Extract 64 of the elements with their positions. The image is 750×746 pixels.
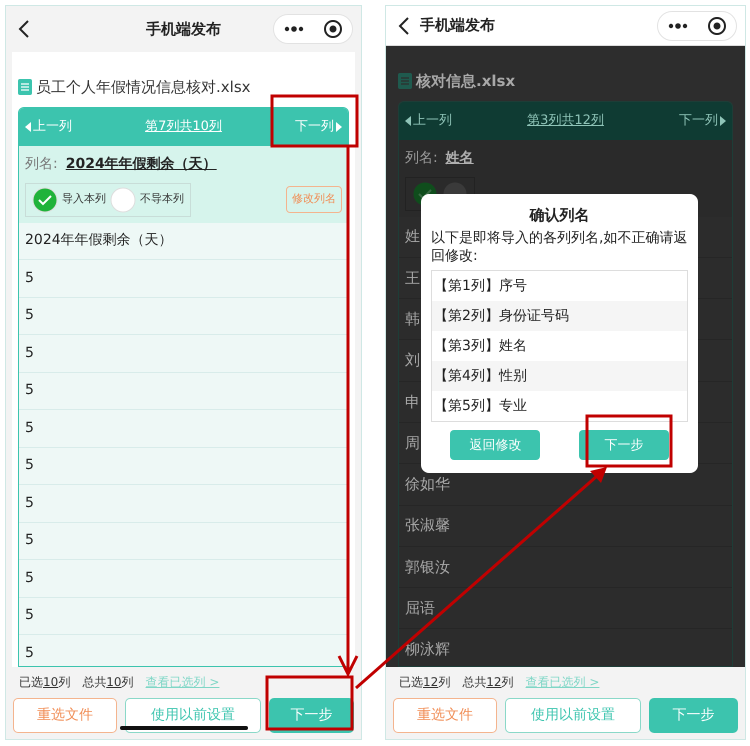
file-icon bbox=[18, 79, 32, 96]
right-triangle-icon bbox=[336, 122, 342, 132]
left-triangle-icon bbox=[25, 122, 31, 132]
target-icon bbox=[706, 16, 726, 36]
file-icon bbox=[398, 73, 412, 90]
file-name: 核对信息.xlsx bbox=[416, 71, 516, 92]
column-name-label: 列名: bbox=[405, 148, 438, 168]
more-icon bbox=[284, 26, 304, 32]
prev-column-button[interactable]: 上一列 bbox=[405, 110, 452, 130]
table-cell: 5 bbox=[19, 522, 348, 560]
column-name: 2024年年假剩余（天） bbox=[66, 154, 217, 174]
table-cell: 5 bbox=[19, 485, 348, 522]
column-name-label: 列名: bbox=[25, 154, 58, 174]
list-item: 【第1列】序号 bbox=[433, 276, 528, 296]
back-button[interactable] bbox=[398, 16, 410, 36]
table-cell: 屈语 bbox=[399, 588, 732, 630]
selected-count: 已选12列 bbox=[399, 674, 450, 691]
next-step-button[interactable]: 下一步 bbox=[649, 698, 738, 733]
back-to-edit-button[interactable]: 返回修改 bbox=[450, 430, 540, 460]
view-selected-link[interactable]: 查看已选列 > bbox=[526, 673, 600, 691]
next-column-button[interactable]: 下一列 bbox=[294, 116, 342, 136]
rename-column-button[interactable]: 修改列名 bbox=[286, 186, 342, 213]
table-cell: 5 bbox=[19, 560, 348, 598]
file-name: 员工个人年假情况信息核对.xlsx bbox=[36, 77, 251, 98]
column-name: 姓名 bbox=[446, 148, 474, 168]
left-triangle-icon bbox=[405, 116, 411, 126]
use-previous-settings-button[interactable]: 使用以前设置 bbox=[505, 698, 641, 733]
page-title: 手机端发布 bbox=[145, 18, 222, 40]
total-count: 总共10列 bbox=[82, 674, 134, 691]
reselect-file-button[interactable]: 重选文件 bbox=[393, 698, 497, 733]
list-item: 【第5列】专业 bbox=[433, 396, 528, 416]
back-icon bbox=[18, 19, 30, 39]
table-cell: 5 bbox=[19, 598, 348, 635]
reselect-file-button[interactable]: 重选文件 bbox=[13, 698, 117, 733]
capsule-menu[interactable] bbox=[657, 10, 737, 40]
next-step-button[interactable]: 下一步 bbox=[578, 430, 669, 460]
total-count: 总共12列 bbox=[462, 674, 514, 691]
use-previous-settings-button[interactable]: 使用以前设置 bbox=[125, 698, 261, 733]
back-button[interactable] bbox=[18, 19, 30, 39]
table-cell: 5 bbox=[19, 335, 348, 372]
table-cell: 5 bbox=[19, 260, 348, 298]
option-label: 不导本列 bbox=[140, 191, 184, 208]
more-icon bbox=[668, 22, 688, 28]
column-position: 第3列共12列 bbox=[527, 112, 604, 130]
table-cell: 5 bbox=[19, 448, 348, 485]
table-cell: 郭银汝 bbox=[399, 546, 732, 588]
view-selected-link[interactable]: 查看已选列 > bbox=[146, 673, 220, 691]
table-cell: 2024年年假剩余（天） bbox=[19, 222, 348, 260]
prev-column-button[interactable]: 上一列 bbox=[25, 116, 72, 136]
table-cell: 张淑馨 bbox=[399, 506, 732, 547]
table-cell: 5 bbox=[19, 372, 348, 410]
option-label: 导入本列 bbox=[62, 191, 106, 208]
next-column-button[interactable]: 下一列 bbox=[678, 110, 726, 130]
table-cell: 5 bbox=[19, 410, 348, 448]
capsule-menu[interactable] bbox=[273, 14, 353, 44]
right-triangle-icon bbox=[720, 116, 726, 126]
list-item: 【第4列】性别 bbox=[432, 361, 687, 392]
target-icon bbox=[322, 19, 342, 39]
selected-count: 已选10列 bbox=[19, 674, 70, 691]
page-title: 手机端发布 bbox=[420, 15, 495, 36]
column-position: 第7列共10列 bbox=[145, 118, 222, 136]
list-item: 【第2列】身份证号码 bbox=[432, 301, 687, 332]
table-cell: 5 bbox=[19, 298, 348, 335]
back-icon bbox=[398, 16, 410, 36]
